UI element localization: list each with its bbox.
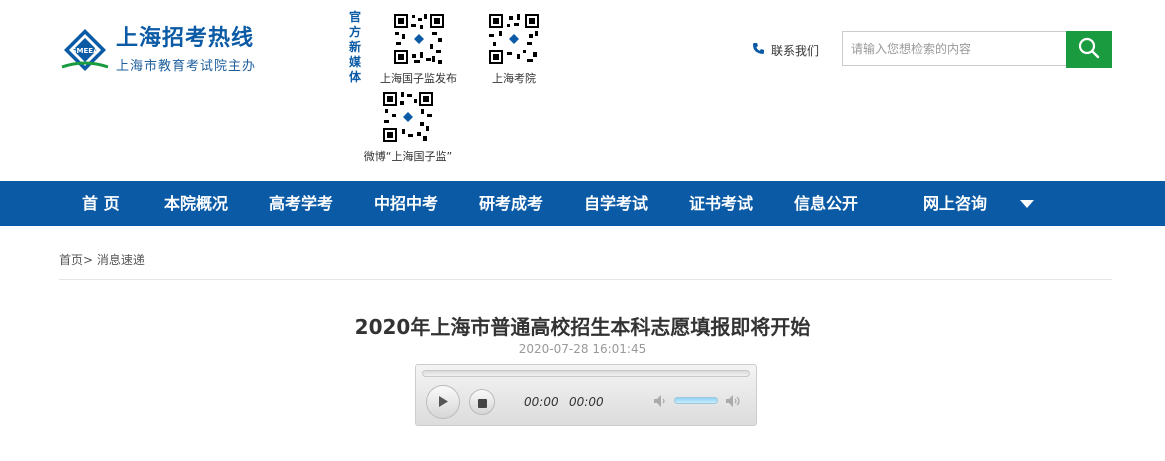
nav-item-info-disclosure[interactable]: 信息公开 [794,181,858,226]
site-header: SMEEA 上海招考热线 上海市教育考试院主办 官方新媒体 上海国子监发布 上海… [0,0,1165,181]
nav-item-about[interactable]: 本院概况 [164,181,228,226]
phone-icon [752,42,765,59]
audio-progress-bar[interactable] [422,370,750,377]
volume-max-icon[interactable] [725,393,743,412]
main-navigation: 首 页 本院概况 高考学考 中招中考 研考成考 自学考试 证书考试 信息公开 网… [0,181,1165,226]
nav-item-gaokao[interactable]: 高考学考 [269,181,333,226]
search-bar [842,31,1113,68]
logo-subtitle: 上海市教育考试院主办 [116,59,257,74]
search-icon [1078,37,1100,62]
current-time: 00:00 [524,395,559,409]
stop-icon [477,393,487,412]
play-icon [437,393,449,412]
volume-slider[interactable] [674,397,718,404]
play-button[interactable] [426,385,460,419]
site-logo[interactable]: SMEEA 上海招考热线 上海市教育考试院主办 [60,24,270,76]
nav-item-yankao[interactable]: 研考成考 [479,181,543,226]
breadcrumb: 首页> 消息速递 [59,251,145,268]
breadcrumb-home-link[interactable]: 首页> [59,253,93,267]
qr-code-kaoyuan: 上海考院 [487,12,541,86]
nav-item-zhongkao[interactable]: 中招中考 [374,181,438,226]
logo-emblem: SMEEA [60,25,110,75]
nav-item-home[interactable]: 首 页 [82,181,120,226]
qr-code-image [487,12,541,66]
qr-caption: 上海考院 [492,72,536,85]
logo-title: 上海招考热线 [116,26,255,51]
contact-us-link[interactable]: 联系我们 [752,42,819,59]
chevron-down-icon[interactable] [1020,200,1034,208]
breadcrumb-divider [59,279,1112,280]
logo-badge: SMEEA [72,47,100,55]
nav-item-online-consult[interactable]: 网上咨询 [923,181,987,226]
search-button[interactable] [1066,31,1112,68]
article-title: 2020年上海市普通高校招生本科志愿填报即将开始 [354,315,811,339]
duration-time: 00:00 [569,395,604,409]
breadcrumb-current[interactable]: 消息速递 [97,253,145,267]
qr-caption: 上海国子监发布 [380,72,457,85]
official-media-label: 官方新媒体 [348,10,361,84]
audio-player: 00:00 00:00 [415,364,757,426]
nav-item-certificate-exam[interactable]: 证书考试 [689,181,753,226]
qr-code-image [391,12,446,66]
qr-code-weibo: 微博“上海国子监” [358,90,458,164]
article-date: 2020-07-28 16:01:45 [518,342,647,356]
stop-button[interactable] [469,389,495,415]
contact-us-label: 联系我们 [771,44,820,58]
nav-item-self-study-exam[interactable]: 自学考试 [584,181,648,226]
qr-caption: 微博“上海国子监” [363,150,453,163]
search-input[interactable] [842,31,1066,66]
qr-code-guozijian: 上海国子监发布 [380,12,457,86]
qr-code-image [381,90,435,144]
volume-mute-icon[interactable] [653,393,669,412]
